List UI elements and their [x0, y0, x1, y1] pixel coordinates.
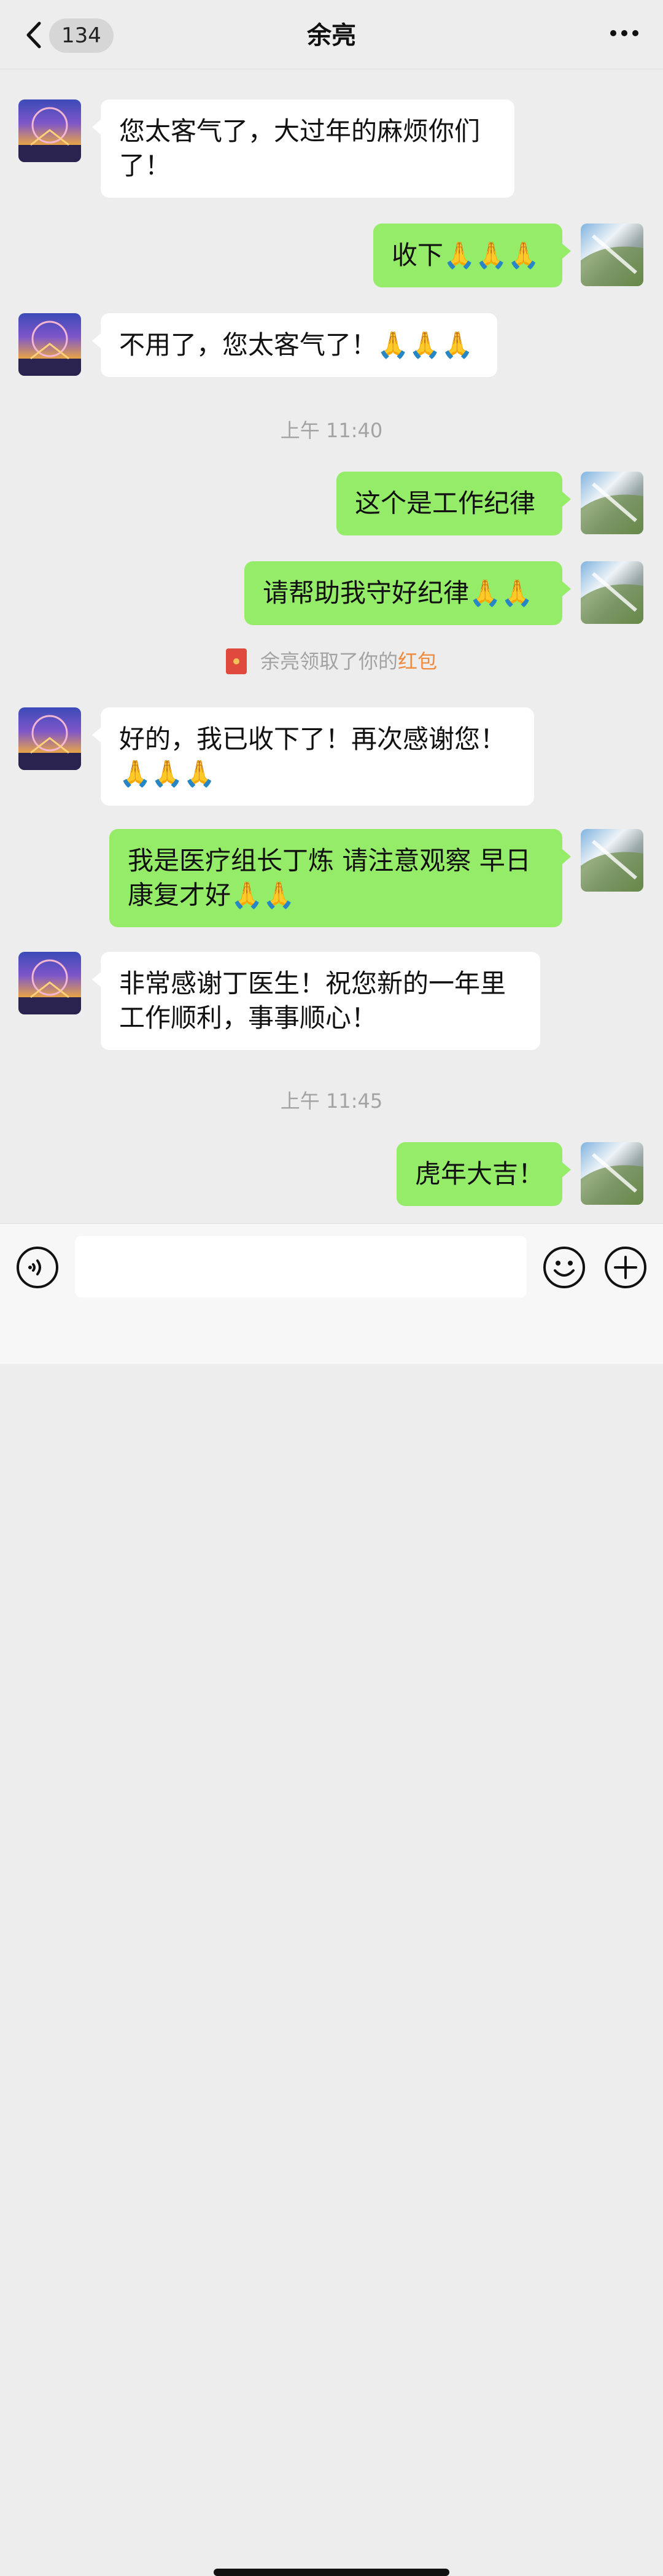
- message-line: 康复才好🙏🙏: [128, 880, 295, 910]
- red-packet-icon: [225, 648, 247, 674]
- user-avatar[interactable]: [581, 472, 643, 534]
- message-line: 这个是工作纪律: [355, 488, 536, 518]
- user-avatar[interactable]: [581, 224, 643, 286]
- red-packet-link[interactable]: 红包: [398, 650, 437, 673]
- emoji-icon[interactable]: [543, 1246, 586, 1289]
- user-avatar[interactable]: [581, 561, 643, 624]
- contact-avatar[interactable]: [18, 952, 81, 1014]
- message-line: 非常感谢丁医生！祝您新的一年里: [119, 968, 506, 998]
- timestamp: 上午 11:45: [280, 1089, 383, 1113]
- message-list[interactable]: 您太客气了，大过年的麻烦你们 了！ 收下🙏🙏🙏 不用了，您太客气了！🙏🙏🙏 上午…: [0, 69, 663, 1223]
- incoming-message-bubble[interactable]: 非常感谢丁医生！祝您新的一年里 工作顺利，事事顺心！: [92, 952, 540, 1050]
- outgoing-message-bubble[interactable]: 虎年大吉！: [397, 1142, 571, 1206]
- message-line: 请帮助我守好纪律🙏🙏: [263, 578, 533, 608]
- outgoing-message-bubble[interactable]: 收下🙏🙏🙏: [373, 224, 571, 287]
- message-line: 🙏🙏🙏: [119, 758, 215, 788]
- contact-avatar[interactable]: [18, 707, 81, 770]
- chat-header: 134 余亮: [0, 0, 663, 69]
- message-line: 好的，我已收下了！再次感谢您！: [119, 724, 506, 754]
- message-line: 不用了，您太客气了！🙏🙏🙏: [119, 330, 473, 360]
- plus-icon[interactable]: [604, 1246, 647, 1289]
- chat-title: 余亮: [307, 21, 356, 50]
- contact-avatar[interactable]: [18, 313, 81, 376]
- message-line: 您太客气了，大过年的麻烦你们: [119, 116, 481, 146]
- timestamp: 上午 11:40: [280, 419, 383, 442]
- outgoing-message-bubble[interactable]: 我是医疗组长丁炼 请注意观察 早日 康复才好🙏🙏: [109, 829, 571, 927]
- message-line: 收下🙏🙏🙏: [392, 240, 540, 270]
- user-avatar[interactable]: [581, 1142, 643, 1205]
- outgoing-message-bubble[interactable]: 请帮助我守好纪律🙏🙏: [244, 561, 571, 625]
- incoming-message-bubble[interactable]: 您太客气了，大过年的麻烦你们 了！: [92, 99, 514, 198]
- outgoing-message-bubble[interactable]: 这个是工作纪律: [336, 472, 571, 535]
- input-bar: [0, 1223, 663, 2576]
- user-avatar[interactable]: [581, 829, 643, 892]
- message-input[interactable]: [75, 1236, 527, 1298]
- message-line: 虎年大吉！: [415, 1159, 545, 1189]
- more-options-icon[interactable]: [608, 27, 642, 42]
- notice-text: 余亮领取了你的: [260, 650, 398, 673]
- voice-icon[interactable]: [16, 1246, 59, 1289]
- message-line: 工作顺利，事事顺心！: [119, 1003, 378, 1033]
- contact-avatar[interactable]: [18, 99, 81, 162]
- message-line: 我是医疗组长丁炼 请注意观察 早日: [128, 846, 531, 876]
- incoming-message-bubble[interactable]: 不用了，您太客气了！🙏🙏🙏: [92, 313, 497, 377]
- red-packet-notice: 余亮领取了你的红包: [0, 646, 663, 674]
- incoming-message-bubble[interactable]: 好的，我已收下了！再次感谢您！ 🙏🙏🙏: [92, 707, 534, 806]
- message-line: 了！: [119, 150, 171, 181]
- home-indicator: [214, 2569, 449, 2576]
